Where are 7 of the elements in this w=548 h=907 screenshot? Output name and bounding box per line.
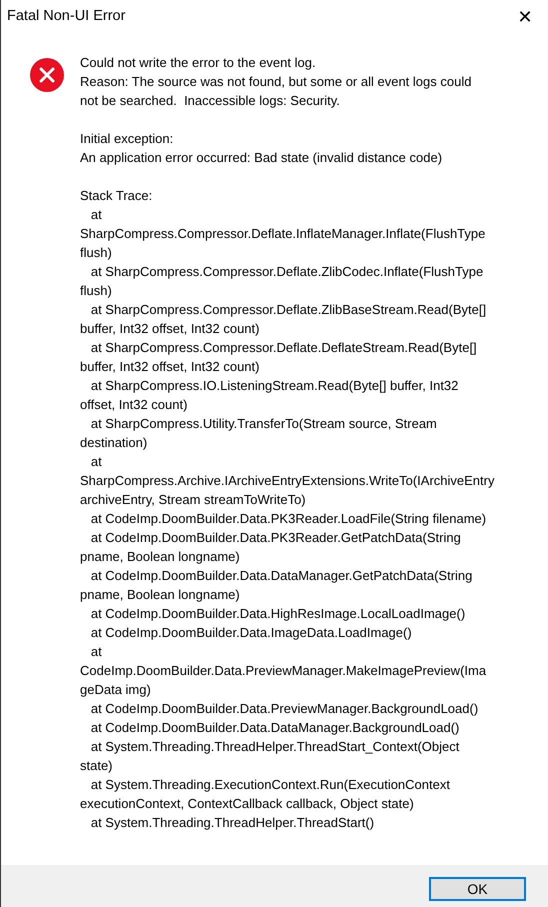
ok-button[interactable]: OK — [429, 877, 526, 901]
initial-exception: Initial exception: An application error occurred: Bad state (invalid distance code) — [80, 130, 444, 167]
stack-trace: Stack Trace: at SharpCompress.Compressor.Deflate.InflateManager.Inflate(FlushType flush) at SharpCompress.Compressor.Deflate.ZlibCodec.Inflate(FlushType flush) at SharpCompress.Compressor.Deflate.ZlibBaseStream.Read(Byte[] buffer, Int32 offset, Int32 count) at SharpCompress.Compressor.Deflate.DeflateStream.Read(Byte[] buffer, Int32 offset, Int32 count) at SharpCompress.IO.ListeningStream.Read(Byte[] buffer, Int32 offset, Int32 count) at SharpCompress.Utility.TransferTo(Stream source, Stream destination) at SharpCompress.Archive.IArchiveEntryExtensions.WriteTo(IArchiveEntry archiveEntry, Stream streamToWriteTo) at CodeImp.DoomBuilder.Data.PK3Reader.LoadFile(String filename) at CodeImp.DoomBuilder.Data.PK3Reader.GetPatchData(String pname, Boolean longname) at CodeImp.DoomBuilder.Data.DataManager.GetPatchData(String pname, Boolean longname) at CodeImp.DoomBuilder.Data.HighResImage.LocalLoadImage() at CodeImp.DoomBuilder.Data.ImageData.LoadImage() at CodeImp.DoomBuilder.Data.PreviewManager.MakeImagePreview(Ima geData img) at CodeImp.DoomBuilder.Data.PreviewManager.BackgroundLoad() at CodeImp.DoomBuilder.Data.DataManager.BackgroundLoad() at System.Threading.ThreadHelper.ThreadStart_Context(Object state) at System.Threading.ExecutionContext.Run(ExecutionContext executionContext, ContextCallback callback, Object state) at System.Threading.ThreadHelper.ThreadStart() — [80, 187, 494, 832]
error-message: Could not write the error to the event log. Reason: The source was not found, but some or all event logs could not be searched. Inaccessible logs: Security. — [80, 54, 472, 110]
window-title: Fatal Non-UI Error — [7, 7, 126, 26]
close-button[interactable]: ✕ — [502, 0, 548, 34]
error-icon — [30, 58, 64, 92]
